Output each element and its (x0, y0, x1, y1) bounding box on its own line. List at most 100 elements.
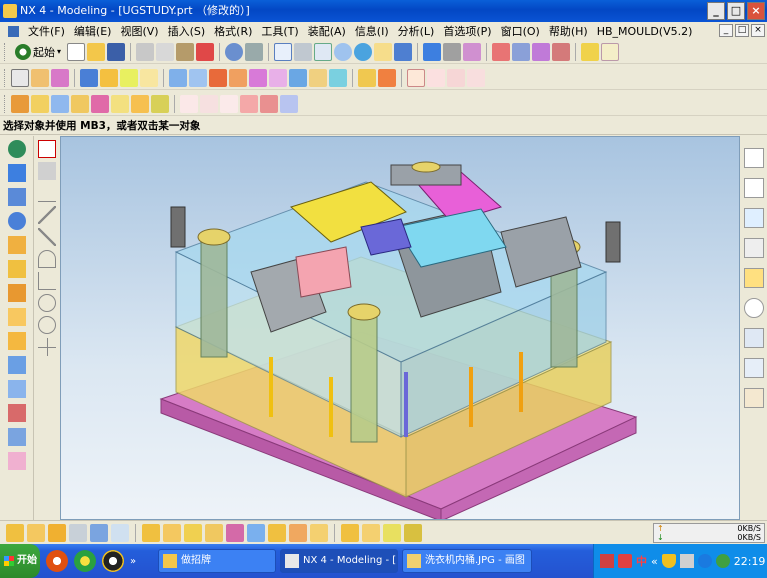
datum-axis-icon[interactable] (260, 94, 278, 113)
line-icon[interactable] (180, 94, 198, 113)
antivirus-icon[interactable] (697, 554, 712, 568)
instance-icon[interactable] (309, 68, 327, 87)
paste-icon[interactable] (176, 42, 195, 61)
fillet-tool-icon[interactable] (38, 272, 56, 290)
help-icon[interactable] (743, 268, 764, 288)
line-tool-icon[interactable] (38, 184, 56, 202)
browser-icon[interactable] (74, 550, 96, 572)
arc-icon[interactable] (447, 68, 465, 87)
layer-icon[interactable] (463, 42, 482, 61)
fit-view-icon[interactable] (274, 42, 293, 61)
wcs-icon[interactable] (492, 42, 511, 61)
doc-restore-button[interactable]: □ (735, 24, 749, 37)
sphere-icon[interactable] (7, 212, 26, 230)
runner-icon[interactable] (226, 523, 244, 542)
ejector-icon[interactable] (31, 94, 49, 113)
zoom-region-icon[interactable] (314, 42, 333, 61)
menu-assembly[interactable]: 装配(A) (308, 23, 346, 39)
cooling-icon[interactable] (151, 94, 169, 113)
selection-filter-icon[interactable] (38, 162, 56, 180)
mirror-icon[interactable] (329, 68, 347, 87)
menu-insert[interactable]: 插入(S) (168, 23, 206, 39)
qq-icon[interactable] (102, 550, 124, 572)
cooling-channel-icon[interactable] (247, 523, 265, 542)
pan-icon[interactable] (374, 42, 393, 61)
perspective-icon[interactable] (394, 42, 413, 61)
mould-tools-icon[interactable] (90, 523, 108, 542)
task-button-paint[interactable]: 洗衣机内桶.JPG - 画图 (402, 549, 532, 573)
datum-plane-icon[interactable] (280, 94, 298, 113)
tray-expand-icon[interactable]: « (651, 555, 658, 568)
point-icon[interactable] (220, 94, 238, 113)
draft-icon[interactable] (229, 68, 247, 87)
zoom-window-icon[interactable] (294, 42, 313, 61)
new-file-icon[interactable] (67, 42, 86, 61)
guide-pin-icon[interactable] (51, 94, 69, 113)
layout-icon[interactable] (48, 523, 66, 542)
split-body-icon[interactable] (289, 68, 307, 87)
volume-icon[interactable] (679, 554, 694, 568)
delete-icon[interactable] (196, 42, 215, 61)
rotate-icon[interactable] (354, 42, 373, 61)
sub-insert-icon[interactable] (205, 523, 223, 542)
diagonal-line-icon[interactable] (38, 206, 56, 224)
security-shield-icon[interactable] (661, 554, 676, 568)
cut-icon[interactable] (136, 42, 155, 61)
graphics-viewport[interactable] (60, 136, 740, 520)
datum-icon[interactable] (240, 94, 258, 113)
menu-help[interactable]: 帮助(H) (549, 23, 588, 39)
copy-icon[interactable] (156, 42, 175, 61)
wcs-dynamics-icon[interactable] (512, 42, 531, 61)
trim-part-icon[interactable] (289, 523, 307, 542)
casting-icon[interactable] (404, 523, 422, 542)
menu-preferences[interactable]: 首选项(P) (443, 23, 491, 39)
network-icon[interactable] (715, 554, 730, 568)
ime-language-icon[interactable] (618, 554, 632, 568)
roles-icon[interactable] (743, 388, 764, 408)
pocket-icon[interactable] (310, 523, 328, 542)
extrude-icon[interactable] (31, 68, 49, 87)
stack-icon[interactable] (7, 380, 26, 398)
subtract-icon[interactable] (378, 68, 396, 87)
gate-icon[interactable] (111, 523, 129, 542)
media-player-icon[interactable] (46, 550, 68, 572)
pad-icon[interactable] (7, 452, 26, 470)
history-icon[interactable] (743, 178, 764, 198)
undo-icon[interactable] (225, 42, 244, 61)
part-nav-icon[interactable] (7, 164, 26, 182)
view-manager-icon[interactable] (383, 523, 401, 542)
bill-of-materials-icon[interactable] (341, 523, 359, 542)
menu-view[interactable]: 视图(V) (120, 23, 158, 39)
slider-icon[interactable] (91, 94, 109, 113)
drawing-icon[interactable] (362, 523, 380, 542)
workpiece-icon[interactable] (27, 523, 45, 542)
process-icon[interactable] (743, 358, 764, 378)
quick-launch-expand-icon[interactable]: » (130, 556, 136, 567)
revolve-icon[interactable] (51, 68, 69, 87)
doc-close-button[interactable]: × (751, 24, 765, 37)
block-solid-icon[interactable] (7, 428, 26, 446)
cube-icon[interactable] (7, 332, 26, 350)
hole-icon[interactable] (120, 68, 138, 87)
menu-file[interactable]: 文件(F) (28, 23, 65, 39)
circle-center-icon[interactable] (38, 294, 56, 312)
angle-line-icon[interactable] (38, 228, 56, 246)
assembly-nav-icon[interactable] (7, 140, 26, 158)
measure-icon[interactable] (581, 42, 600, 61)
sketch-icon[interactable] (601, 42, 620, 61)
wcs-rotate-icon[interactable] (552, 42, 571, 61)
list-icon[interactable] (743, 328, 764, 348)
menu-tools[interactable]: 工具(T) (261, 23, 298, 39)
sketch-feature-icon[interactable] (11, 68, 29, 87)
arc-tool-icon[interactable] (38, 250, 56, 268)
block-icon[interactable] (80, 68, 98, 87)
spline-icon[interactable] (427, 68, 445, 87)
standard-part-icon[interactable] (142, 523, 160, 542)
task-button-nx[interactable]: NX 4 - Modeling - [... (280, 549, 398, 573)
boss-icon[interactable] (140, 68, 158, 87)
curve-icon[interactable] (407, 68, 425, 87)
mould-wizard-icon[interactable] (6, 523, 24, 542)
blend-icon[interactable] (169, 68, 187, 87)
trim-body-icon[interactable] (269, 68, 287, 87)
clock-icon[interactable] (743, 298, 764, 318)
